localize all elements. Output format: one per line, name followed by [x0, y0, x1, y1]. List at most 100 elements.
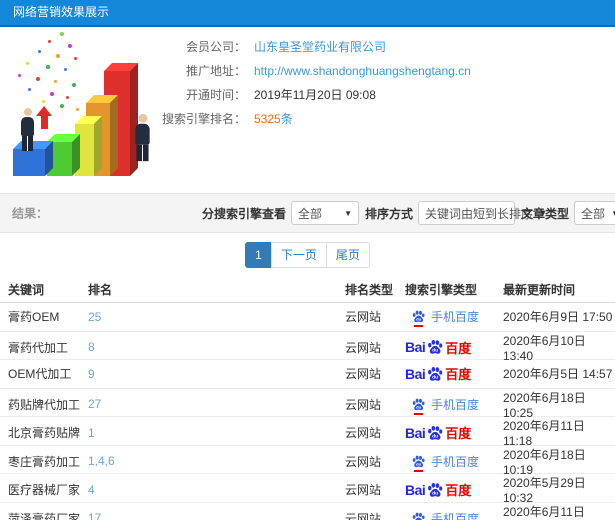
keyword-ranking-table: 关键词 排名 排名类型 搜索引擎类型 最新更新时间 膏药OEM 25 云网站 B…	[0, 276, 615, 520]
baidu-paw-icon: du	[426, 338, 444, 356]
mobile-baidu-paw-icon: du	[411, 397, 426, 415]
table-row: 膏药代加工 8 云网站 Bai du 百度 2020年6月10日 13:40	[0, 332, 615, 363]
baidu-logo-bai-text: Bai	[405, 424, 426, 441]
chevron-down-icon: ▼	[611, 209, 615, 218]
mobile-baidu-label: 手机百度	[431, 511, 480, 520]
updated-cell: 2020年6月18日 10:19	[503, 447, 586, 477]
rank-type-cell: 云网站	[345, 483, 382, 497]
baidu-logo: Bai du 百度	[405, 480, 471, 499]
page-title: 网络营销效果展示	[13, 5, 110, 19]
chevron-down-icon: ▼	[344, 208, 353, 218]
rank-cell[interactable]: 9	[88, 367, 345, 381]
filter-controls: 分搜索引擎查看 全部 ▼ 排序方式 关键词由短到长排序 ▼ 文章类型 全部 ▼ …	[196, 201, 615, 225]
rank-cell[interactable]: 25	[88, 310, 345, 324]
mobile-baidu-paw-icon: du	[411, 309, 426, 328]
page-button-1[interactable]: 1	[245, 241, 272, 268]
svg-text:du: du	[432, 490, 438, 496]
engine-type-cell: Bai du 百度	[405, 364, 503, 383]
table-row: 枣庄膏药加工 1,4,6 云网站 Bai du 百度	[0, 446, 615, 477]
article-type-selected: 全部	[581, 206, 606, 221]
rank-cell[interactable]: 4	[88, 483, 345, 497]
svg-text:du: du	[416, 461, 421, 466]
mobile-baidu-badge: du 手机百度	[411, 396, 479, 415]
rank-type-cell: 云网站	[345, 397, 382, 412]
rank-cell[interactable]: 27	[88, 397, 345, 411]
bar-blue	[13, 149, 45, 176]
keyword-cell: 药贴牌代加工	[8, 397, 81, 412]
open-time-value: 2019年11月20日 09:08	[254, 88, 376, 102]
engine-type-cell: Bai du 百度	[405, 423, 503, 442]
rank-cell[interactable]: 1	[88, 426, 345, 440]
engine-type-cell: Bai du 百度	[405, 338, 503, 357]
engine-type-cell: Bai du 百度	[405, 396, 503, 415]
mobile-baidu-label: 手机百度	[431, 310, 480, 325]
sort-label: 排序方式	[365, 206, 414, 221]
article-type-label: 文章类型	[521, 206, 570, 221]
baidu-paw-icon: du	[426, 424, 444, 442]
businessman-left-illustration	[21, 108, 34, 151]
mobile-baidu-paw-icon: du	[411, 454, 426, 472]
rank-type-cell: 云网站	[345, 426, 382, 440]
mobile-baidu-badge: du 手机百度	[411, 308, 480, 328]
keyword-cell: OEM代加工	[8, 367, 72, 382]
company-label: 会员公司：	[185, 40, 246, 54]
baidu-logo-cn-text: 百度	[445, 426, 472, 441]
table-row: OEM代加工 9 云网站 Bai du 百度 2020年6月5日 14:57	[0, 360, 615, 389]
info-row-open-time: 开通时间： 2019年11月20日 09:08	[0, 83, 471, 107]
sort-select[interactable]: 关键词由短到长排序 ▼	[418, 201, 547, 225]
rank-cell[interactable]: 8	[88, 340, 345, 354]
baidu-logo: Bai du 百度	[405, 364, 471, 383]
rank-type-cell: 云网站	[345, 454, 382, 469]
baidu-logo-cn-text: 百度	[445, 340, 472, 356]
engine-view-select[interactable]: 全部 ▼	[291, 201, 360, 225]
businessman-right-illustration	[135, 113, 150, 162]
last-page-button[interactable]: 尾页	[325, 241, 370, 268]
col-engine-type: 搜索引擎类型	[405, 282, 478, 297]
mobile-baidu-paw-icon: du	[411, 511, 426, 520]
svg-text:du: du	[432, 433, 438, 439]
result-label: 结果：	[12, 206, 49, 221]
keyword-cell: 膏药代加工	[8, 340, 69, 355]
rank-cell[interactable]: 1,4,6	[88, 454, 345, 468]
engine-view-selected: 全部	[298, 206, 323, 221]
info-row-rank-count: 搜索引擎排名： 5325 条	[0, 107, 471, 131]
col-rank: 排名	[88, 282, 113, 297]
col-keyword: 关键词	[8, 282, 45, 297]
table-row: 北京膏药贴牌 1 云网站 Bai du 百度 2020年6月11日 11:18	[0, 417, 615, 448]
keyword-cell: 枣庄膏药加工	[8, 454, 81, 469]
info-section: 会员公司： 山东皇圣堂药业有限公司 推广地址： http://www.shand…	[0, 27, 615, 193]
baidu-logo-bai-text: Bai	[405, 365, 426, 382]
article-type-select[interactable]: 全部 ▼	[574, 201, 615, 225]
pagination: 1 下一页 尾页	[0, 233, 615, 276]
rank-cell[interactable]: 17	[88, 511, 345, 520]
info-row-company: 会员公司： 山东皇圣堂药业有限公司	[0, 35, 471, 59]
table-header-row: 关键词 排名 排名类型 搜索引擎类型 最新更新时间	[0, 276, 615, 303]
engine-type-cell: Bai du 百度	[405, 453, 503, 472]
updated-cell: 2020年6月10日 13:40	[503, 333, 586, 363]
engine-type-cell: Bai du 百度	[405, 480, 503, 499]
updated-cell: 2020年6月9日 17:50	[503, 310, 613, 325]
table-row: 菏泽膏药厂家 17 云网站 Bai du 百度	[0, 503, 615, 520]
rank-type-cell: 云网站	[345, 310, 382, 325]
table-row: 膏药OEM 25 云网站 Bai du 百度	[0, 303, 615, 332]
company-name-link[interactable]: 山东皇圣堂药业有限公司	[254, 35, 386, 59]
engine-type-cell: Bai du 百度	[405, 308, 503, 328]
baidu-logo-bai-text: Bai	[405, 339, 426, 355]
next-page-button[interactable]: 下一页	[270, 241, 327, 268]
svg-text:du: du	[416, 404, 421, 409]
info-row-url: 推广地址： http://www.shandonghuangshengtang.…	[0, 59, 471, 83]
svg-text:du: du	[432, 374, 438, 380]
page-header: 网络营销效果展示	[0, 0, 615, 27]
up-arrow-icon	[36, 106, 52, 129]
promo-url-link[interactable]: http://www.shandonghuangshengtang.cn	[254, 59, 471, 83]
col-rank-type: 排名类型	[345, 282, 394, 297]
sort-selected: 关键词由短到长排序	[425, 206, 534, 221]
baidu-paw-icon: du	[426, 365, 444, 383]
company-info: 会员公司： 山东皇圣堂药业有限公司 推广地址： http://www.shand…	[0, 35, 471, 131]
baidu-logo-bai-text: Bai	[405, 481, 426, 498]
table-row: 药贴牌代加工 27 云网站 Bai du 百度	[0, 389, 615, 420]
updated-cell: 2020年6月5日 14:57	[503, 367, 613, 382]
baidu-logo-cn-text: 百度	[445, 367, 472, 383]
engine-type-cell: Bai du 百度	[405, 510, 503, 520]
mobile-baidu-label: 手机百度	[431, 454, 480, 469]
